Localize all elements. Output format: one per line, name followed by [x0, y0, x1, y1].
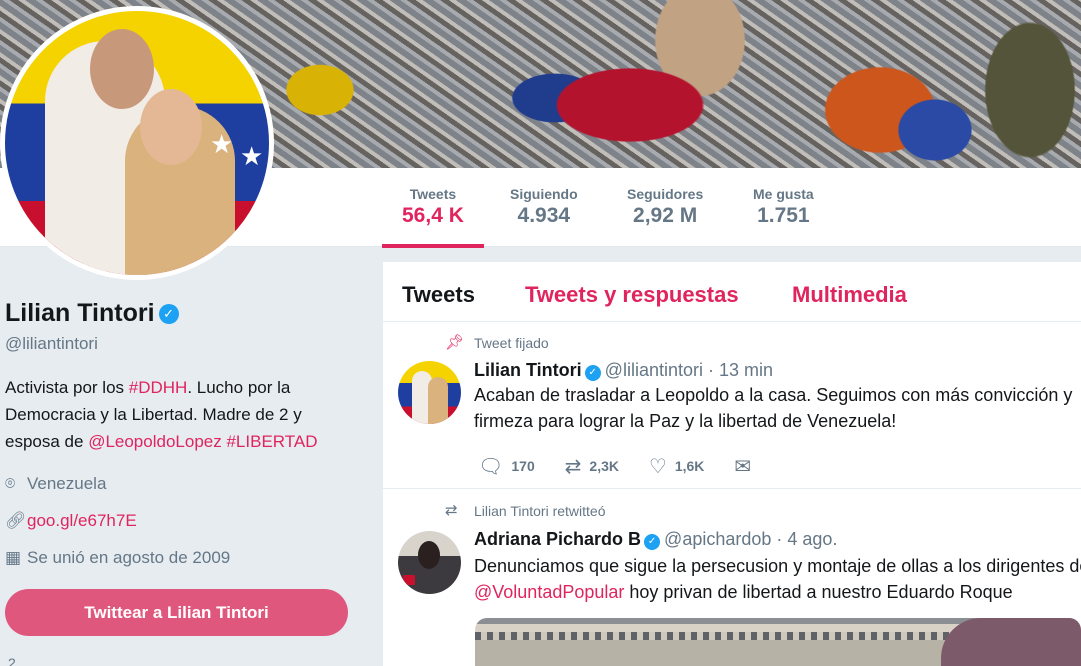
- tweet-text-line: Denunciamos que sigue la persecusion y m…: [474, 556, 1081, 576]
- tab-tweets-replies[interactable]: Tweets y respuestas: [525, 282, 739, 308]
- tweet-text: Acaban de trasladar a Leopoldo a la casa…: [474, 382, 1081, 434]
- tweet-context: Tweet fijado: [474, 335, 549, 351]
- profile-avatar[interactable]: ★ ★: [0, 6, 274, 280]
- tweet-author-handle[interactable]: @apichardob: [664, 529, 771, 549]
- tweet-to-button[interactable]: Twittear a Lilian Tintori: [5, 589, 348, 636]
- tweet-item[interactable]: 📌︎ Tweet fijado Lilian Tintori ✓ @lilianti…: [383, 323, 1081, 488]
- reply-count: 170: [511, 458, 535, 474]
- verified-icon: ✓: [584, 365, 601, 381]
- timeline: Tweets Tweets y respuestas Multimedia 📌︎…: [383, 262, 1081, 666]
- verified-icon: ✓: [158, 304, 179, 324]
- retweet-count: 2,3K: [589, 458, 619, 474]
- tweet-time[interactable]: · 13 min: [708, 360, 773, 380]
- stat-likes[interactable]: Me gusta 1.751: [753, 186, 814, 228]
- tweet-context: Lilian Tintori retwitteó: [474, 503, 606, 519]
- retweet-button[interactable]: ⇄ 2,3K: [565, 454, 619, 479]
- stat-value: 1.751: [757, 204, 810, 227]
- like-count: 1,6K: [674, 458, 705, 474]
- tweet-media-image[interactable]: [475, 618, 1081, 666]
- stat-followers[interactable]: Seguidores 2,92 M: [627, 186, 703, 228]
- calendar-icon: ▦: [5, 548, 22, 567]
- dm-icon: ✉︎: [734, 456, 752, 478]
- profile-name-text: Lilian Tintori: [5, 299, 155, 327]
- stat-label: Tweets: [409, 186, 457, 202]
- profile-website: 🔗︎goo.gl/e67h7E: [5, 511, 137, 531]
- joined-text: Se unió en agosto de 2009: [27, 548, 231, 567]
- tweet-time[interactable]: · 4 ago.: [776, 529, 837, 549]
- profile-location: ⌾ Venezuela: [5, 474, 106, 494]
- link-icon: 🔗︎: [5, 511, 27, 530]
- stat-label: Seguidores: [627, 186, 704, 202]
- like-button[interactable]: ♡ 1,6K: [649, 454, 705, 479]
- tweet-avatar[interactable]: [398, 531, 461, 594]
- location-icon: ⌾: [5, 474, 16, 493]
- like-icon: ♡: [648, 456, 667, 478]
- mention-link[interactable]: @LeopoldoLopez: [88, 432, 222, 451]
- stat-value: 2,92 M: [633, 204, 698, 227]
- tweet-text-line: @VoluntadPopular hoy privan de libertad …: [474, 579, 1081, 605]
- retweet-icon: ⇄: [445, 502, 458, 519]
- tweet-header: Lilian Tintori ✓ @liliantintori · 13 min: [474, 360, 773, 381]
- tweet-author-name[interactable]: Adriana Pichardo B: [474, 529, 641, 549]
- tweet-actions: 🗨︎ 170 ⇄ 2,3K ♡ 1,6K ✉︎: [478, 454, 785, 479]
- mention-link[interactable]: @VoluntadPopular: [474, 582, 624, 602]
- retweet-icon: ⇄: [564, 456, 582, 478]
- tweet-text-line: Acaban de trasladar a Leopoldo a la casa…: [474, 385, 1073, 405]
- pin-icon: 📌︎: [445, 334, 465, 351]
- reply-button[interactable]: 🗨︎ 170: [478, 454, 535, 479]
- tweet-text: Denunciamos que sigue la persecusion y m…: [474, 553, 1081, 605]
- verified-icon: ✓: [644, 534, 661, 550]
- tweet-author-name[interactable]: Lilian Tintori: [474, 360, 582, 380]
- profile-handle[interactable]: @liliantintori: [5, 334, 98, 354]
- bio-text: Activista por los: [5, 378, 129, 397]
- stat-label: Me gusta: [753, 186, 814, 202]
- location-text: Venezuela: [27, 474, 107, 493]
- profile-joined: ▦ Se unió en agosto de 2009: [5, 548, 230, 568]
- hashtag-link[interactable]: #DDHH: [129, 378, 188, 397]
- flag-star-icon: ★: [210, 129, 234, 159]
- tweet-header: Adriana Pichardo B ✓ @apichardob · 4 ago.: [474, 529, 837, 550]
- flag-star-icon: ★: [240, 141, 264, 171]
- dm-button[interactable]: ✉︎: [734, 454, 759, 479]
- timeline-tabs: Tweets Tweets y respuestas Multimedia: [383, 262, 1081, 322]
- hashtag-link[interactable]: #LIBERTAD: [226, 432, 317, 451]
- avatar-figure: [90, 29, 154, 109]
- avatar-figure: [140, 89, 202, 165]
- stat-value: 56,4 K: [402, 204, 464, 227]
- stat-tweets[interactable]: Tweets 56,4 K: [382, 186, 484, 248]
- tweet-text-fragment: hoy privan de libertad a nuestro Eduardo…: [624, 582, 1013, 602]
- stat-label: Siguiendo: [510, 186, 578, 202]
- tab-tweets[interactable]: Tweets: [402, 282, 475, 308]
- cut-off-text: 2: [8, 655, 16, 666]
- stat-following[interactable]: Siguiendo 4.934: [510, 186, 578, 228]
- tweet-author-handle[interactable]: @liliantintori: [605, 360, 703, 380]
- tab-media[interactable]: Multimedia: [792, 282, 907, 308]
- profile-name[interactable]: Lilian Tintori ✓: [5, 299, 179, 328]
- tweet-avatar[interactable]: [398, 361, 461, 424]
- reply-icon: 🗨︎: [478, 456, 504, 478]
- tweet-text-line: firmeza para lograr la Paz y la libertad…: [474, 411, 897, 431]
- stat-value: 4.934: [517, 204, 571, 227]
- profile-bio: Activista por los #DDHH. Lucho por la De…: [5, 374, 355, 455]
- website-link[interactable]: goo.gl/e67h7E: [27, 511, 137, 530]
